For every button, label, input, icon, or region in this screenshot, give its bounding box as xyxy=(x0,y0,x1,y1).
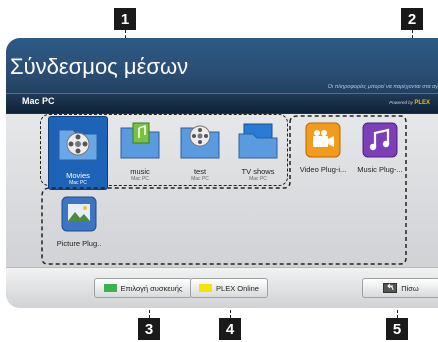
plex-online-button[interactable]: PLEX Online xyxy=(190,278,268,298)
plugin-item-label: Picture Plug.. xyxy=(56,239,102,248)
plugin-item-label: Video Plug-i... xyxy=(299,165,347,174)
back-button[interactable]: Πίσω xyxy=(362,278,438,298)
plugin-item-video[interactable]: Video Plug-i... xyxy=(294,120,352,174)
media-grid: Movies Mac PC music Mac PC test Mac PC T… xyxy=(6,114,438,267)
test-folder-icon xyxy=(180,125,220,159)
page-title: Σύνδεσμος μέσων xyxy=(10,54,189,79)
media-item-tv-shows[interactable]: TV shows Mac PC xyxy=(230,120,286,182)
media-item-source: Mac PC xyxy=(69,180,87,186)
media-item-label: TV shows xyxy=(241,167,275,176)
plugin-item-music[interactable]: Music Plug-... xyxy=(350,120,410,174)
device-select-button[interactable]: Επιλογή συσκευής xyxy=(94,278,192,298)
media-item-label: test xyxy=(193,167,207,176)
powered-by: Powered by PLEX xyxy=(389,100,430,106)
back-key-icon xyxy=(383,283,398,293)
callout-4: 4 xyxy=(219,318,241,340)
video-plugin-icon xyxy=(305,122,341,158)
device-name: Mac PC xyxy=(22,96,55,106)
music-plugin-icon xyxy=(362,122,398,158)
callout-2: 2 xyxy=(401,8,423,30)
media-item-source: Mac PC xyxy=(131,176,149,182)
movies-folder-icon xyxy=(58,129,98,161)
music-folder-icon xyxy=(120,122,160,159)
callout-3: 3 xyxy=(138,318,160,340)
footer-bar: Επιλογή συσκευής PLEX Online Πίσω xyxy=(6,267,438,308)
media-item-movies[interactable]: Movies Mac PC xyxy=(48,116,108,190)
media-item-label: Movies xyxy=(66,171,90,180)
plex-online-label: PLEX Online xyxy=(216,283,259,293)
device-bar xyxy=(6,93,438,113)
plugin-item-label: Music Plug-... xyxy=(357,165,403,174)
callout-1: 1 xyxy=(114,8,136,30)
powered-by-label: Powered by xyxy=(389,100,414,105)
info-note: Οι πληροφορίες μπορεί να παρέχονται στα … xyxy=(327,84,438,90)
back-label: Πίσω xyxy=(401,283,419,293)
plex-logo: PLEX xyxy=(414,100,430,106)
media-item-source: Mac PC xyxy=(191,176,209,182)
media-link-screen: Σύνδεσμος μέσων Οι πληροφορίες μπορεί να… xyxy=(6,38,438,308)
media-item-test[interactable]: test Mac PC xyxy=(172,120,228,182)
device-select-label: Επιλογή συσκευής xyxy=(120,283,183,293)
picture-plugin-icon xyxy=(61,196,97,232)
green-key-icon xyxy=(103,284,117,292)
media-item-source: Mac PC xyxy=(249,176,267,182)
tv-folder-icon xyxy=(238,123,278,159)
yellow-key-icon xyxy=(199,284,213,292)
callout-5: 5 xyxy=(386,318,408,340)
media-item-music[interactable]: music Mac PC xyxy=(112,120,168,182)
media-item-label: music xyxy=(130,167,150,176)
plugin-item-picture[interactable]: Picture Plug.. xyxy=(50,194,108,248)
